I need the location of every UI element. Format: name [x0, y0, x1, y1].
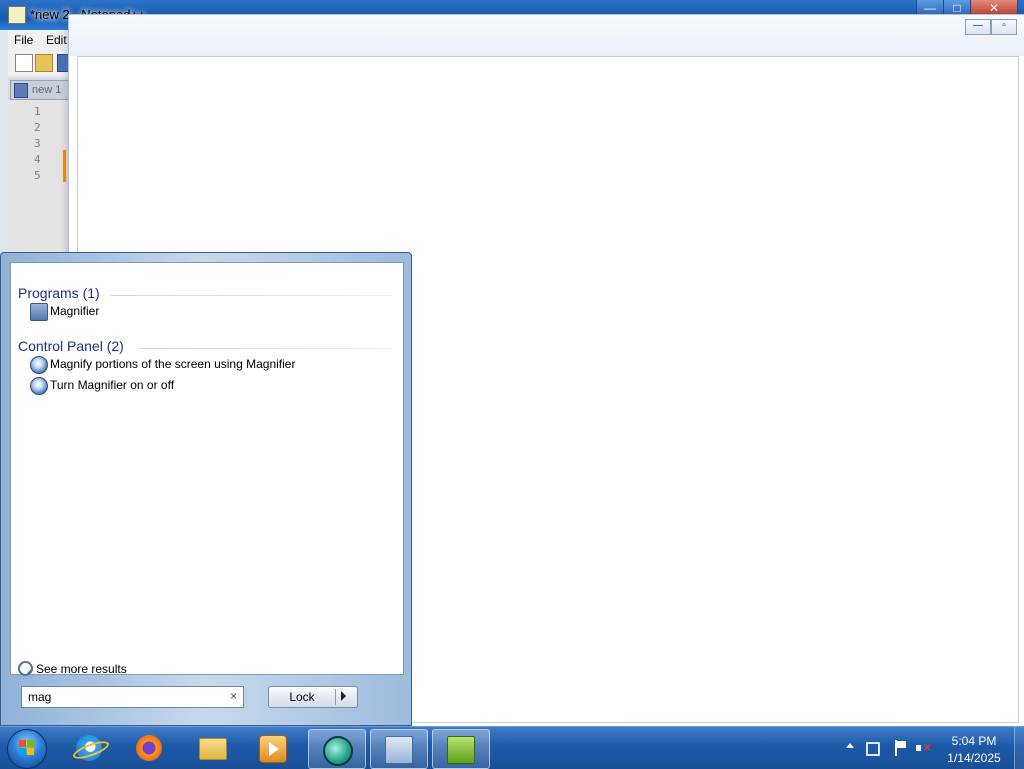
- lock-button-label: Lock: [289, 690, 315, 704]
- show-desktop-button[interactable]: [1014, 727, 1024, 769]
- media-player-icon: [259, 735, 287, 763]
- lock-split-divider: [335, 689, 336, 705]
- taskbar-media-player[interactable]: [245, 729, 301, 767]
- magnifier-icon: [30, 303, 48, 321]
- result-label: Magnifier: [50, 304, 100, 318]
- internet-explorer-icon: [76, 735, 102, 761]
- saved-file-icon: [14, 83, 28, 98]
- see-more-results-link[interactable]: See more results: [18, 660, 218, 678]
- magnifier-restore-button[interactable]: ▫: [991, 19, 1017, 35]
- volume-muted-icon[interactable]: [915, 740, 931, 756]
- magnifier-icon: [323, 736, 353, 766]
- start-button[interactable]: [7, 729, 47, 769]
- search-icon: [18, 661, 33, 676]
- network-icon[interactable]: [866, 742, 880, 756]
- lock-button[interactable]: Lock: [268, 686, 358, 708]
- magnifier-frame[interactable]: — ▫: [69, 15, 1024, 56]
- start-search-input[interactable]: mag ×: [21, 686, 244, 708]
- open-folder-icon[interactable]: [35, 54, 53, 72]
- show-hidden-icons-icon[interactable]: [846, 743, 854, 748]
- notepadpp-icon: [447, 736, 475, 764]
- remote-desktop-icon: [385, 736, 413, 764]
- result-item-magnifier[interactable]: Magnifier: [30, 301, 390, 321]
- result-item-turn-magnifier-on-off[interactable]: Turn Magnifier on or off: [30, 375, 390, 395]
- search-results-pane: Programs (1) Magnifier Control Panel (2)…: [10, 262, 404, 678]
- group-divider: [111, 295, 393, 296]
- taskbar-remote-desktop[interactable]: [370, 729, 428, 769]
- result-label: Magnify portions of the screen using Mag…: [50, 357, 296, 371]
- group-header-programs: Programs (1): [18, 285, 100, 301]
- result-item-magnify-portions[interactable]: Magnify portions of the screen using Mag…: [30, 354, 390, 374]
- clock-time[interactable]: 5:04 PM: [944, 734, 1004, 748]
- search-input-value: mag: [28, 690, 52, 704]
- line-number: 1: [34, 105, 41, 118]
- clock-date[interactable]: 1/14/2025: [938, 751, 1010, 765]
- tab-label: new 1: [32, 84, 62, 96]
- group-header-control-panel: Control Panel (2): [18, 338, 124, 354]
- taskbar: 5:04 PM 1/14/2025: [0, 726, 1024, 769]
- result-label: Turn Magnifier on or off: [50, 378, 175, 392]
- menu-file[interactable]: File: [14, 33, 33, 47]
- folder-icon: [199, 738, 227, 760]
- menu-edit[interactable]: Edit: [46, 33, 67, 47]
- notepadpp-app-icon: [8, 6, 26, 24]
- taskbar-notepadpp[interactable]: [432, 729, 490, 769]
- clear-search-icon[interactable]: ×: [230, 689, 237, 703]
- control-panel-icon: [30, 356, 48, 374]
- firefox-icon: [136, 735, 162, 761]
- group-divider: [139, 348, 393, 349]
- line-number: 5: [34, 169, 41, 182]
- shutdown-options-arrow-icon[interactable]: [341, 691, 346, 701]
- windows-logo-icon: [19, 740, 35, 756]
- taskbar-file-explorer[interactable]: [185, 729, 241, 767]
- tab-new-1[interactable]: new 1: [10, 80, 70, 100]
- taskbar-magnifier[interactable]: [308, 729, 366, 769]
- taskbar-firefox[interactable]: [122, 729, 178, 767]
- start-menu: Programs (1) Magnifier Control Panel (2)…: [0, 252, 412, 726]
- new-file-icon[interactable]: [15, 54, 33, 72]
- control-panel-icon: [30, 377, 48, 395]
- action-center-flag-icon[interactable]: [893, 740, 909, 756]
- line-number: 4: [34, 153, 41, 166]
- see-more-results-label: See more results: [36, 662, 127, 676]
- magnifier-minimize-button[interactable]: —: [965, 19, 991, 35]
- taskbar-internet-explorer[interactable]: [62, 729, 118, 767]
- change-history-marker: [63, 150, 66, 182]
- line-number: 2: [34, 121, 41, 134]
- line-number: 3: [34, 137, 41, 150]
